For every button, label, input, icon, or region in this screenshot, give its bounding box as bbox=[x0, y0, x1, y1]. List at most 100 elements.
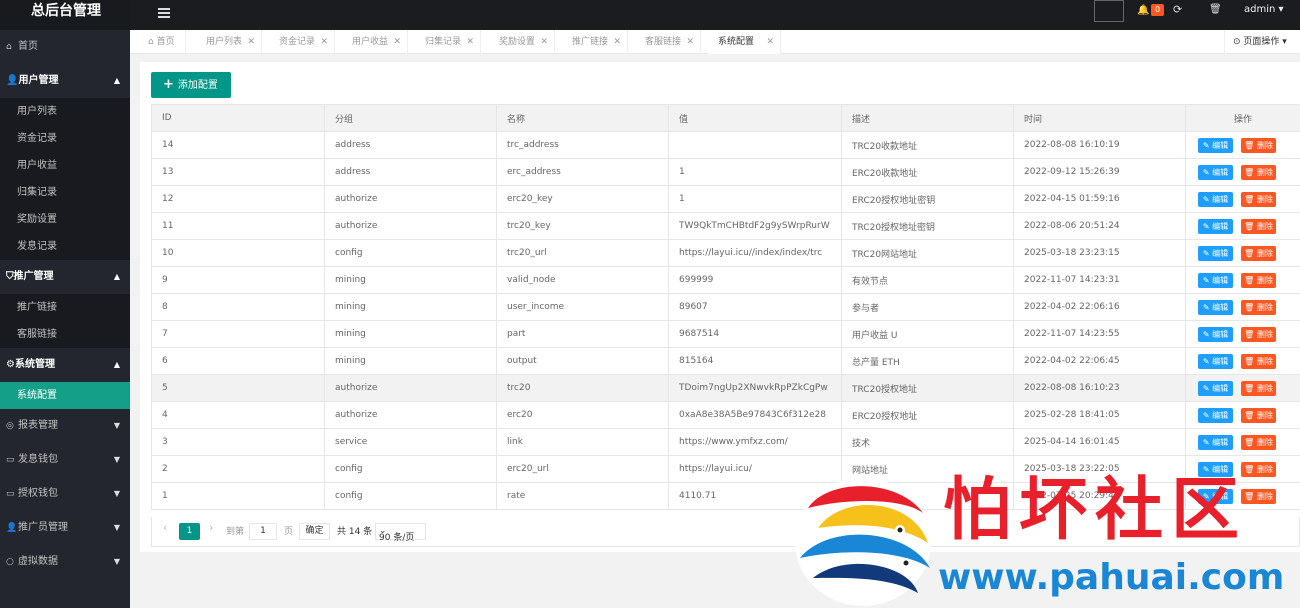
delete-button[interactable]: 🗑 删除 bbox=[1241, 191, 1276, 207]
edit-button[interactable]: ✎ 编辑 bbox=[1198, 137, 1233, 153]
table-cell: 参与者 bbox=[841, 293, 1014, 321]
delete-button[interactable]: 🗑 删除 bbox=[1241, 164, 1276, 180]
close-icon[interactable]: ✕ bbox=[393, 30, 401, 54]
table-cell: 11 bbox=[151, 212, 325, 240]
delete-button[interactable]: 🗑 删除 bbox=[1241, 299, 1276, 315]
sidebar-item-promo-link[interactable]: 推广链接 bbox=[0, 294, 130, 321]
sidebar-item-virtual-data[interactable]: ○ 虚拟数据 ▼ bbox=[0, 545, 130, 579]
sidebar-item-system-config[interactable]: 系统配置 bbox=[0, 382, 130, 409]
sidebar-item-promoters[interactable]: 👤推广员管理 ▼ bbox=[0, 511, 130, 545]
edit-button[interactable]: ✎ 编辑 bbox=[1198, 245, 1233, 261]
table-cell: 89607 bbox=[668, 293, 842, 321]
edit-button[interactable]: ✎ 编辑 bbox=[1198, 272, 1233, 288]
edit-button[interactable]: ✎ 编辑 bbox=[1198, 218, 1233, 234]
sidebar-group-system[interactable]: ⚙系统管理 ▲ bbox=[0, 348, 130, 382]
add-config-button[interactable]: + 添加配置 bbox=[151, 72, 231, 98]
fullscreen-box[interactable] bbox=[1094, 0, 1124, 22]
bell-icon[interactable]: 🔔 bbox=[1137, 5, 1149, 16]
trash-icon: 🗑 bbox=[1244, 329, 1257, 339]
menu-toggle-icon[interactable] bbox=[158, 8, 170, 18]
sidebar-item-income[interactable]: 用户收益 bbox=[0, 152, 130, 179]
table-cell: TDoim7ngUp2XNwvkRpPZkCgPw bbox=[668, 374, 842, 402]
close-icon[interactable]: ✕ bbox=[766, 30, 774, 54]
table-cell: 10 bbox=[151, 239, 325, 267]
column-header-name[interactable]: 名称 bbox=[496, 104, 669, 132]
page-size-select[interactable]: 90 条/页 ⌄ bbox=[375, 523, 426, 543]
trash-icon: 🗑 bbox=[1244, 248, 1257, 258]
sidebar-group-user[interactable]: 👤用户管理 ▲ bbox=[0, 64, 130, 98]
delete-button[interactable]: 🗑 删除 bbox=[1241, 326, 1276, 342]
sidebar-item-collect[interactable]: 归集记录 bbox=[0, 179, 130, 206]
tab-promo-link[interactable]: 推广链接 ✕ bbox=[562, 30, 628, 54]
edit-button[interactable]: ✎ 编辑 bbox=[1198, 353, 1233, 369]
column-header-group[interactable]: 分组 bbox=[324, 104, 497, 132]
sidebar-group-promo[interactable]: ⛉推广管理 ▲ bbox=[0, 260, 130, 294]
table-row: 11 authorize trc20_key TW9QkTmCHBtdF2g9ySWr… bbox=[151, 212, 1300, 240]
edit-button[interactable]: ✎ 编辑 bbox=[1198, 380, 1233, 396]
home-icon: ⌂ bbox=[6, 42, 12, 52]
close-icon[interactable]: ✕ bbox=[466, 30, 474, 54]
column-header-value[interactable]: 值 bbox=[668, 104, 842, 132]
edit-button[interactable]: ✎ 编辑 bbox=[1198, 434, 1233, 450]
page-operations-menu[interactable]: ⊙ 页面操作 ▾ bbox=[1224, 30, 1300, 54]
tab-collect[interactable]: 归集记录 ✕ bbox=[415, 30, 481, 54]
table-row: 10 config trc20_url https://layui.icu//inde… bbox=[151, 239, 1300, 267]
column-header-description[interactable]: 描述 bbox=[841, 104, 1014, 132]
delete-button[interactable]: 🗑 删除 bbox=[1241, 407, 1276, 423]
tab-user-list[interactable]: 用户列表 ✕ bbox=[196, 30, 262, 54]
tab-service-link[interactable]: 客服链接 ✕ bbox=[635, 30, 701, 54]
chevron-right-icon[interactable]: › bbox=[209, 521, 213, 534]
delete-button[interactable]: 🗑 删除 bbox=[1241, 137, 1276, 153]
table-cell: erc_address bbox=[496, 158, 669, 186]
column-header-id[interactable]: ID bbox=[151, 104, 325, 132]
sidebar-item-interest-wallet[interactable]: ▭ 发息钱包 ▼ bbox=[0, 443, 130, 477]
table-cell: config bbox=[324, 455, 497, 483]
tab-income[interactable]: 用户收益 ✕ bbox=[342, 30, 408, 54]
table-cell: config bbox=[324, 482, 497, 510]
delete-button[interactable]: 🗑 删除 bbox=[1241, 380, 1276, 396]
close-icon[interactable]: ✕ bbox=[613, 30, 621, 54]
close-icon[interactable]: ✕ bbox=[540, 30, 548, 54]
edit-button[interactable]: ✎ 编辑 bbox=[1198, 326, 1233, 342]
tab-home[interactable]: ⌂ 首页 bbox=[140, 30, 186, 54]
delete-button[interactable]: 🗑 删除 bbox=[1241, 218, 1276, 234]
delete-button[interactable]: 🗑 删除 bbox=[1241, 353, 1276, 369]
close-icon[interactable]: ✕ bbox=[320, 30, 328, 54]
sidebar-item-reward[interactable]: 奖励设置 bbox=[0, 206, 130, 233]
chevron-left-icon[interactable]: ‹ bbox=[163, 521, 167, 534]
tab-system-config[interactable]: 系统配置 ✕ bbox=[708, 30, 781, 54]
delete-button[interactable]: 🗑 删除 bbox=[1241, 245, 1276, 261]
table-cell: 2022-09-12 15:26:39 bbox=[1013, 158, 1186, 186]
delete-button[interactable]: 🗑 删除 bbox=[1241, 434, 1276, 450]
row-actions: ✎ 编辑 🗑 删除 bbox=[1185, 428, 1300, 456]
table-cell: 2 bbox=[151, 455, 325, 483]
page-number-input[interactable]: 1 bbox=[249, 523, 277, 540]
page-button-current[interactable]: 1 bbox=[179, 523, 200, 540]
sidebar-item-user-list[interactable]: 用户列表 bbox=[0, 98, 130, 125]
close-icon[interactable]: ✕ bbox=[686, 30, 694, 54]
close-icon[interactable]: ✕ bbox=[247, 30, 255, 54]
sidebar-item-service-link[interactable]: 客服链接 bbox=[0, 321, 130, 348]
column-header-time[interactable]: 时间 bbox=[1013, 104, 1186, 132]
refresh-icon[interactable]: ⟳ bbox=[1173, 3, 1182, 16]
watermark-logo: 怕坏社区 www.pahuai.com bbox=[788, 468, 1300, 608]
edit-button[interactable]: ✎ 编辑 bbox=[1198, 407, 1233, 423]
edit-button[interactable]: ✎ 编辑 bbox=[1198, 191, 1233, 207]
user-menu[interactable]: admin ▾ bbox=[1244, 4, 1284, 15]
goto-confirm-button[interactable]: 确定 bbox=[299, 523, 330, 540]
table-cell: ERC20授权地址 bbox=[841, 401, 1014, 429]
folder-icon: ▭ bbox=[6, 489, 15, 499]
sidebar-item-funds[interactable]: 资金记录 bbox=[0, 125, 130, 152]
sidebar-item-auth-wallet[interactable]: ▭ 授权钱包 ▼ bbox=[0, 477, 130, 511]
sidebar-item-reports[interactable]: ◎ 报表管理 ▼ bbox=[0, 409, 130, 443]
sidebar-item-interest[interactable]: 发息记录 bbox=[0, 233, 130, 260]
trash-icon[interactable]: 🗑 bbox=[1209, 4, 1222, 15]
sidebar: ⌂ 首页 👤用户管理 ▲ 用户列表 资金记录 用户收益 归集记录 奖励设置 发息记… bbox=[0, 30, 130, 608]
edit-button[interactable]: ✎ 编辑 bbox=[1198, 164, 1233, 180]
tab-reward[interactable]: 奖励设置 ✕ bbox=[489, 30, 555, 54]
sidebar-item-home[interactable]: ⌂ 首页 bbox=[0, 30, 130, 64]
edit-button[interactable]: ✎ 编辑 bbox=[1198, 299, 1233, 315]
tab-funds[interactable]: 资金记录 ✕ bbox=[269, 30, 335, 54]
table-cell: authorize bbox=[324, 212, 497, 240]
delete-button[interactable]: 🗑 删除 bbox=[1241, 272, 1276, 288]
